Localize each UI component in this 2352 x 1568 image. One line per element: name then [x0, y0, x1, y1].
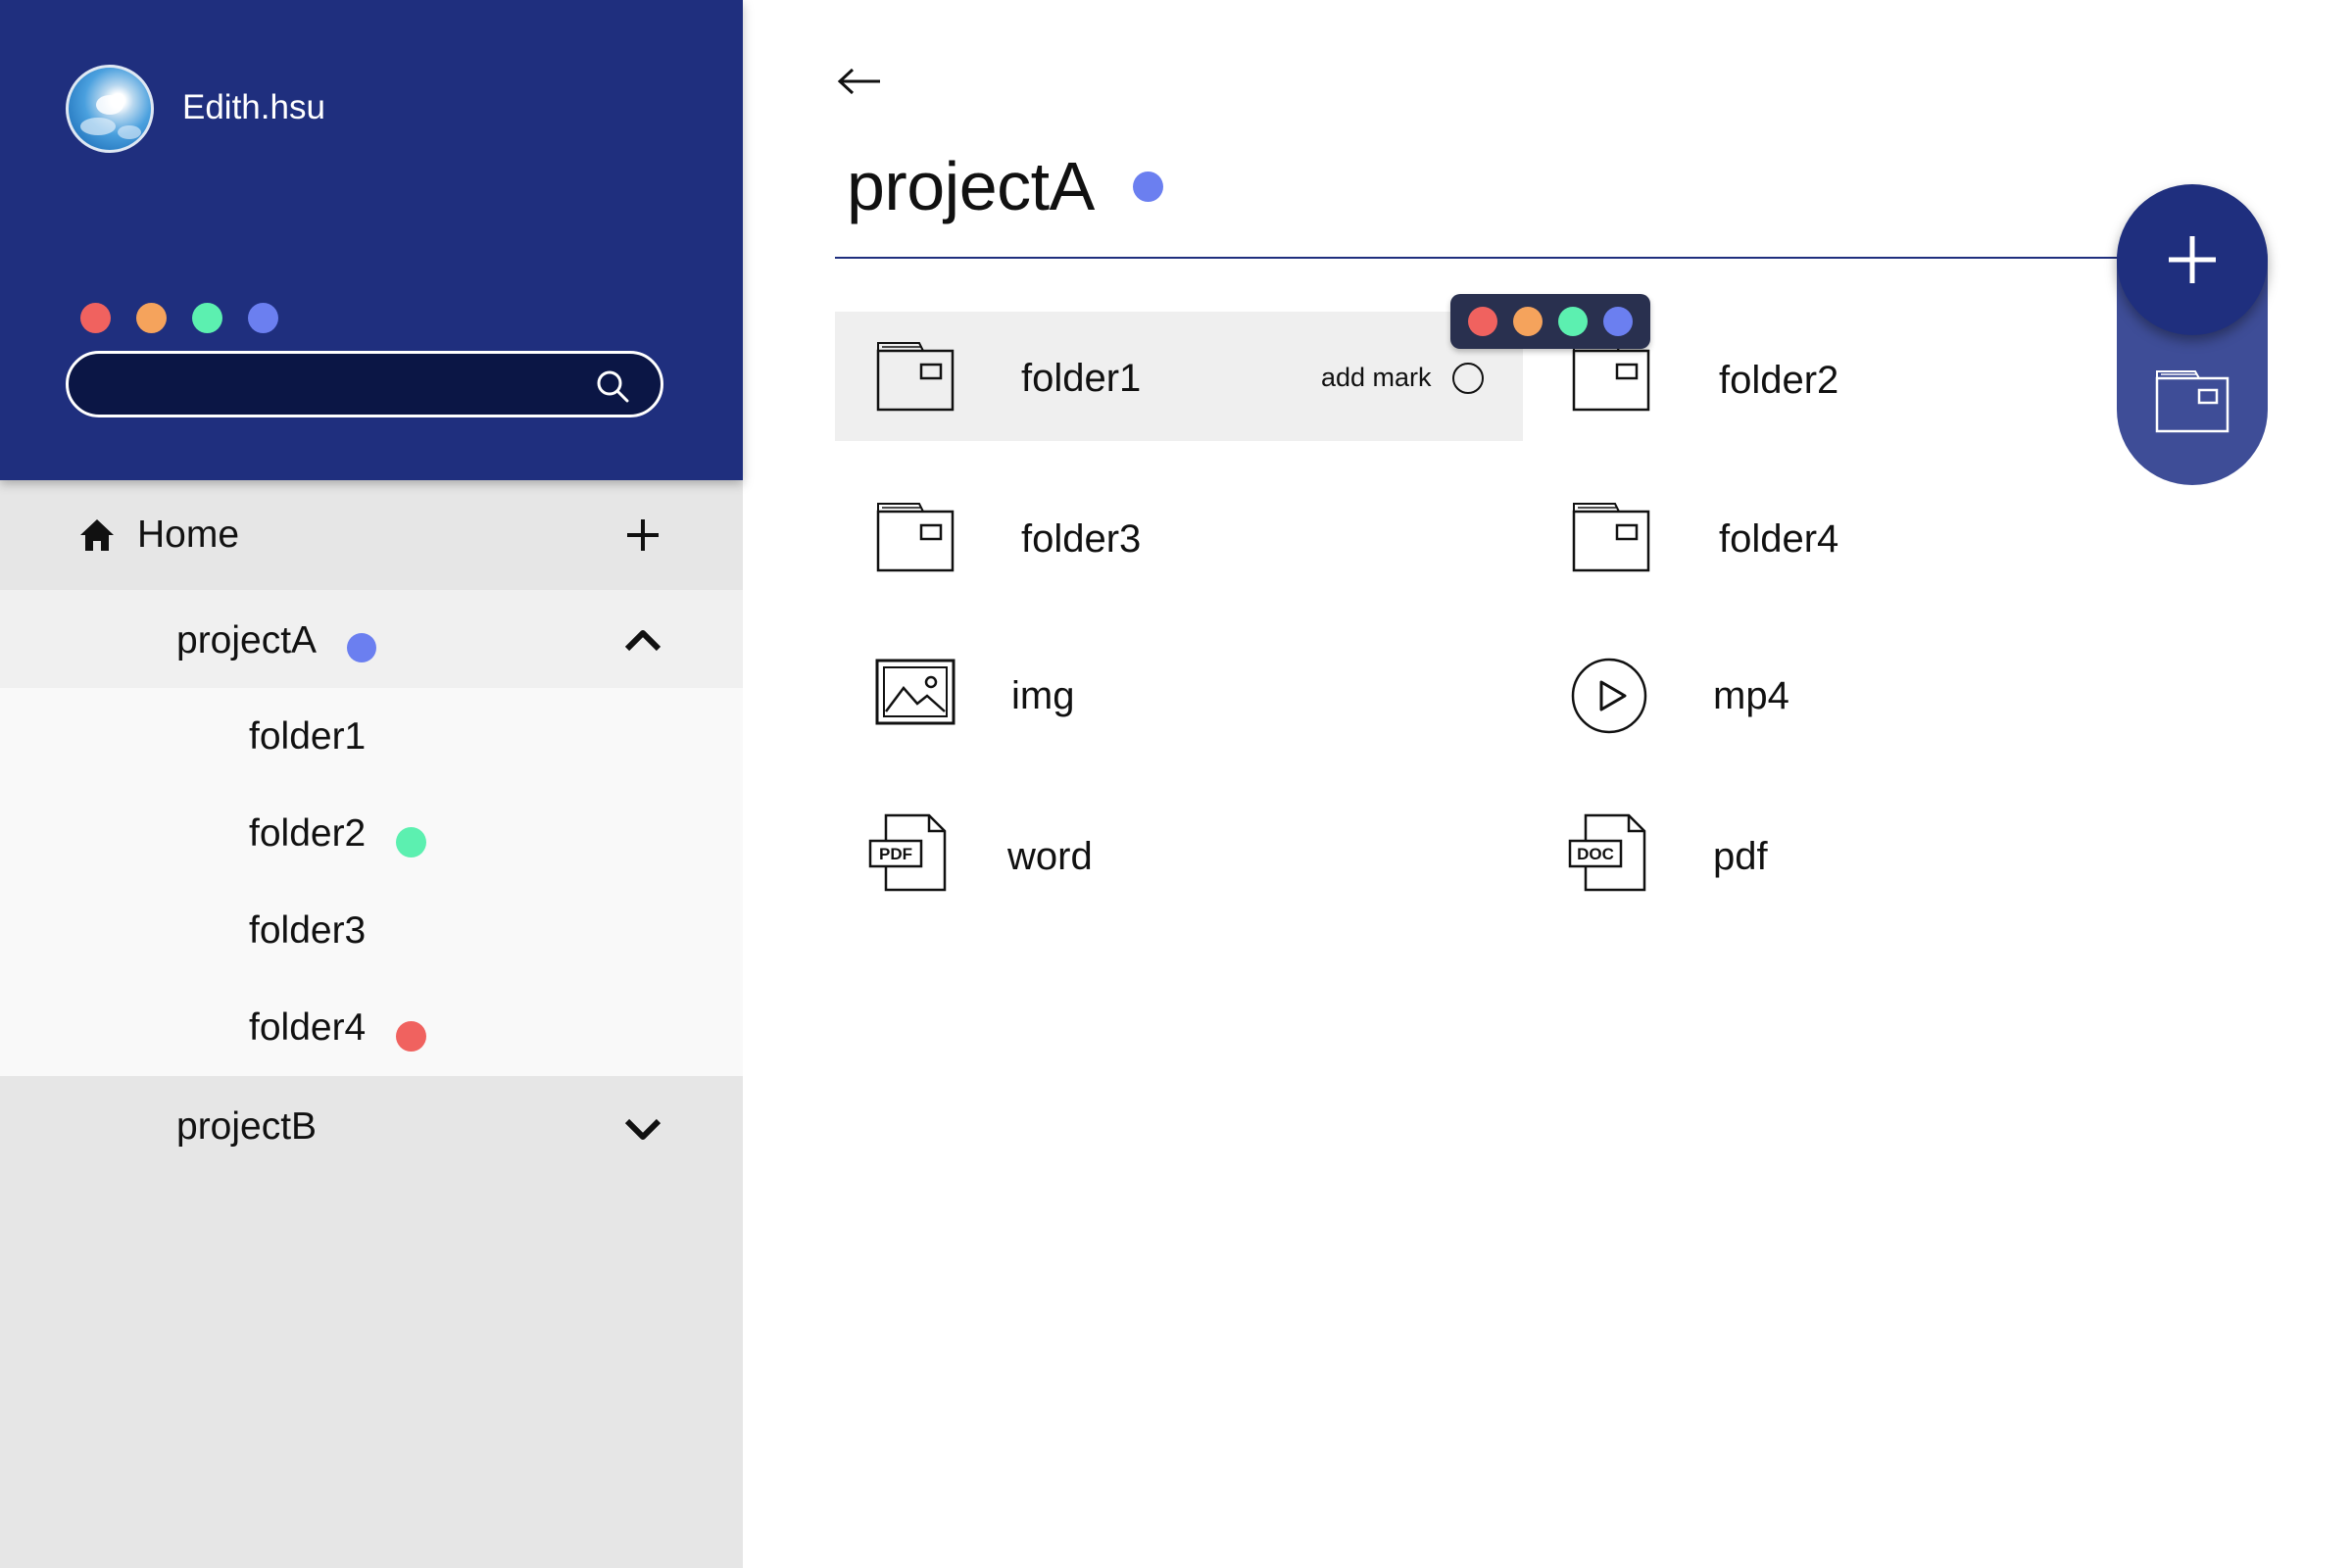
plus-icon — [2169, 236, 2216, 283]
folder-icon — [876, 342, 955, 412]
chevron-up-icon[interactable] — [623, 627, 662, 653]
folder-icon — [1572, 503, 1650, 572]
sidebar-item-folder1[interactable]: folder1 — [0, 688, 743, 785]
grid-item-folder4[interactable]: folder4 — [1531, 472, 2219, 602]
add-project-icon[interactable] — [625, 517, 661, 553]
mark-color-filter — [80, 303, 278, 333]
grid-item-label: img — [1011, 674, 1075, 717]
sidebar-item-projecta[interactable]: projectA — [0, 590, 743, 688]
page-title: projectA — [847, 148, 1095, 224]
back-arrow-icon[interactable] — [837, 67, 882, 96]
add-mark-radio[interactable] — [1452, 363, 1484, 394]
grid-item-label: folder3 — [1021, 517, 1142, 561]
grid-item-word[interactable]: PDF word — [835, 788, 1523, 917]
home-icon — [80, 519, 114, 551]
sidebar-item-folder3[interactable]: folder3 — [0, 882, 743, 979]
play-icon — [1571, 658, 1647, 734]
title-mark-dot — [1133, 172, 1163, 202]
doc-icon-text: DOC — [1577, 845, 1614, 863]
sidebar-item-label: projectB — [176, 1105, 318, 1148]
grid-item-label: pdf — [1713, 835, 1768, 878]
sidebar-item-label: folder1 — [249, 715, 367, 758]
grid-item-label: mp4 — [1713, 674, 1789, 717]
folder-mark-dot — [396, 827, 426, 858]
fab-add-button[interactable] — [2117, 184, 2268, 335]
filter-blue-dot[interactable] — [248, 303, 278, 333]
main-content: projectA folder1 add mark folder2 folder… — [743, 0, 2352, 1568]
grid-item-label: word — [1007, 835, 1093, 878]
doc-file-icon: DOC — [1568, 813, 1646, 892]
mark-green-option[interactable] — [1558, 307, 1588, 336]
mark-orange-option[interactable] — [1513, 307, 1543, 336]
filter-orange-dot[interactable] — [136, 303, 167, 333]
pdf-icon-text: PDF — [879, 845, 912, 863]
mark-red-option[interactable] — [1468, 307, 1497, 336]
projecta-folder-list: folder1 folder2 folder3 folder4 — [0, 688, 743, 1076]
sidebar-item-label: folder3 — [249, 909, 367, 952]
grid-item-mp4[interactable]: mp4 — [1531, 629, 2219, 759]
sidebar-item-home[interactable]: Home — [0, 480, 743, 590]
new-folder-icon[interactable] — [2154, 367, 2230, 435]
sidebar: Edith.hsu Home projectA folder1 folder2 … — [0, 0, 743, 1568]
sidebar-header: Edith.hsu — [0, 0, 743, 480]
username: Edith.hsu — [182, 88, 325, 126]
search-bar — [66, 351, 663, 417]
sidebar-nav: Home projectA folder1 folder2 folder3 fo… — [0, 480, 743, 1184]
search-icon[interactable] — [594, 368, 631, 405]
add-mark-label[interactable]: add mark — [1321, 363, 1432, 393]
title-divider — [835, 257, 2148, 259]
folder-icon — [876, 503, 955, 572]
pdf-file-icon: PDF — [868, 813, 947, 892]
filter-red-dot[interactable] — [80, 303, 111, 333]
grid-item-folder3[interactable]: folder3 — [835, 472, 1523, 602]
grid-item-label: folder2 — [1719, 359, 1839, 402]
avatar[interactable] — [66, 65, 154, 153]
sidebar-item-folder2[interactable]: folder2 — [0, 785, 743, 882]
chevron-down-icon[interactable] — [623, 1117, 662, 1143]
grid-item-img[interactable]: img — [835, 629, 1523, 759]
sidebar-item-label: Home — [137, 514, 240, 556]
mark-color-popup — [1450, 294, 1650, 349]
filter-green-dot[interactable] — [192, 303, 222, 333]
sidebar-item-label: folder4 — [249, 1006, 367, 1049]
project-mark-dot — [347, 633, 376, 662]
sidebar-item-label: folder2 — [249, 812, 367, 855]
sidebar-item-folder4[interactable]: folder4 — [0, 979, 743, 1076]
folder-mark-dot — [396, 1021, 426, 1052]
mark-blue-option[interactable] — [1603, 307, 1633, 336]
grid-item-pdf[interactable]: DOC pdf — [1531, 788, 2219, 917]
sidebar-item-label: projectA — [176, 619, 318, 662]
grid-item-folder1[interactable]: folder1 add mark — [835, 312, 1523, 441]
grid-item-label: folder1 — [1021, 357, 1142, 400]
sidebar-item-projectb[interactable]: projectB — [0, 1076, 743, 1184]
image-icon — [875, 659, 956, 725]
grid-item-label: folder4 — [1719, 517, 1839, 561]
search-input[interactable] — [96, 366, 566, 405]
